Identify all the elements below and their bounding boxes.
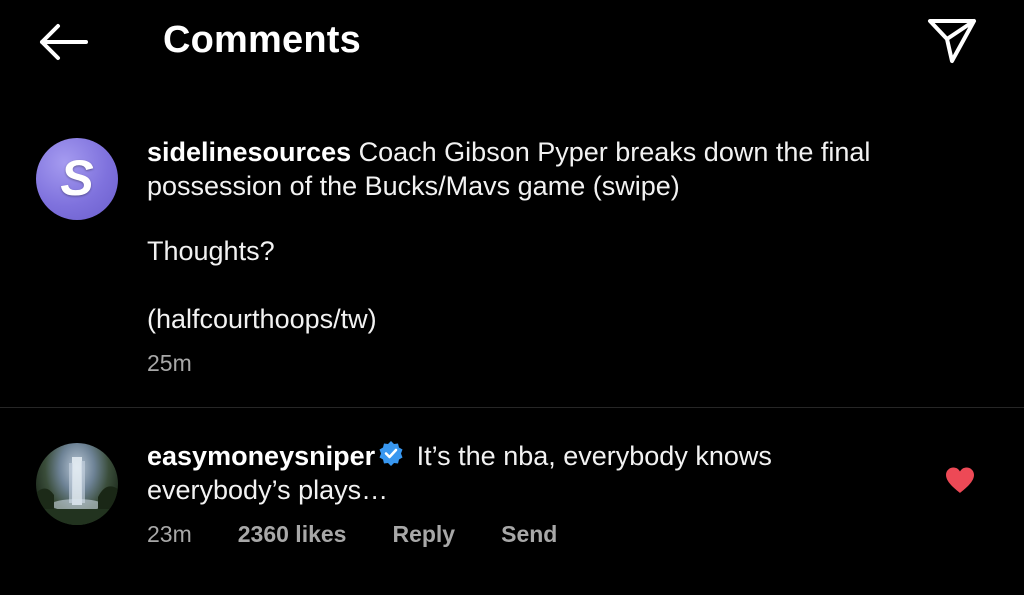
caption-username[interactable]: sidelinesources	[147, 137, 351, 167]
post-caption: sidelinesources Coach Gibson Pyper break…	[147, 135, 907, 203]
share-button[interactable]	[922, 16, 982, 66]
comment-body: easymoneysniper It’s the nba, everybody …	[147, 439, 907, 507]
top-bar: Comments	[0, 0, 1024, 84]
paper-plane-icon	[928, 19, 976, 63]
avatar-letter: S	[60, 150, 94, 206]
avatar-sidelinesources[interactable]: S	[36, 138, 118, 220]
comment-actions: 23m 2360 likes Reply Send	[147, 520, 603, 548]
heart-filled-icon	[946, 467, 974, 493]
verified-badge-icon	[379, 441, 403, 466]
comment-timestamp: 23m	[147, 521, 192, 547]
waterfall-photo-icon	[36, 457, 118, 525]
comment-likes-count[interactable]: 2360 likes	[238, 520, 347, 548]
send-comment-button[interactable]: Send	[501, 520, 557, 548]
avatar-easymoneysniper[interactable]	[36, 443, 118, 525]
arrow-left-icon	[40, 24, 88, 60]
caption-text-line: Thoughts?	[147, 236, 275, 266]
page-title: Comments	[163, 19, 361, 61]
like-button[interactable]	[944, 466, 976, 494]
caption-credit: (halfcourthoops/tw)	[147, 304, 377, 334]
divider	[0, 407, 1024, 408]
comment-username[interactable]: easymoneysniper	[147, 441, 375, 471]
back-button[interactable]	[34, 20, 92, 64]
reply-button[interactable]: Reply	[392, 520, 455, 548]
caption-timestamp: 25m	[147, 350, 192, 376]
